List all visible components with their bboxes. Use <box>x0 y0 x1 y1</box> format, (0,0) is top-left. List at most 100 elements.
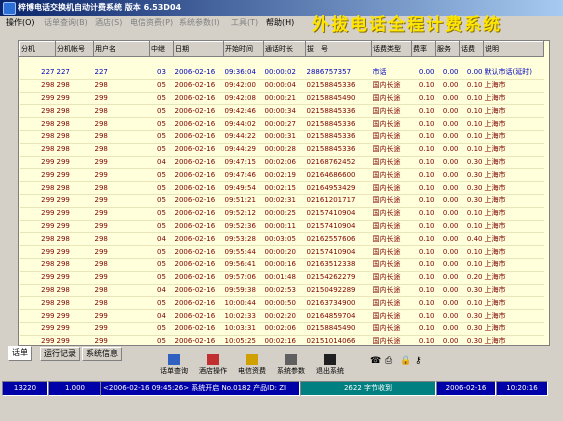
table-cell: 298 <box>19 296 56 311</box>
table-cell: 2006-02-16 <box>173 92 224 106</box>
table-cell: 0.00 <box>435 296 460 311</box>
table-cell: 05 <box>149 296 174 311</box>
column-header[interactable]: 通话时长 <box>263 41 306 57</box>
table-cell: 299 <box>93 92 150 106</box>
table-row[interactable]: 299 299 299 05 2006-02-16 09:57:06 00:01:48 021… <box>19 271 544 285</box>
table-cell: 0.30 <box>459 194 484 208</box>
menu-item-4[interactable]: 系统参数(I) <box>179 16 220 30</box>
column-header[interactable]: 服务 <box>435 41 460 57</box>
table-cell: 09:53:28 <box>223 232 264 247</box>
table-cell: 298 <box>93 296 150 311</box>
table-cell: 0.00 <box>435 309 460 323</box>
tab-2[interactable]: 系统信息 <box>82 347 122 361</box>
phone-icon[interactable]: ☎ <box>370 356 381 366</box>
menu-item-0[interactable]: 操作(O) <box>6 16 35 30</box>
table-row[interactable]: 227 227 227 03 2006-02-16 09:36:04 00:00:02 288… <box>19 67 544 80</box>
table-row[interactable]: 299 299 299 05 2006-02-16 09:52:36 00:00:11 021… <box>19 220 544 234</box>
lock-icon[interactable]: 🔒 <box>400 356 411 366</box>
menu-item-1[interactable]: 话单查询(B) <box>44 16 88 30</box>
toolbar-button-3[interactable]: 系统参数 <box>272 354 310 381</box>
table-cell: 298 <box>93 143 150 157</box>
table-cell: 299 <box>55 322 94 336</box>
table-cell: 299 <box>55 271 94 285</box>
table-cell: 国内长途 <box>371 79 412 93</box>
toolbar-button-2[interactable]: 电信资费 <box>233 354 271 381</box>
table-row[interactable]: 299 299 299 05 2006-02-16 09:52:12 00:00:25 021… <box>19 207 544 221</box>
toolbar-button-4[interactable]: 退出系统 <box>311 354 349 381</box>
tab-0[interactable]: 话单 <box>8 346 32 361</box>
table-row[interactable]: 299 299 299 05 2006-02-16 09:42:08 00:00:21 021… <box>19 92 544 106</box>
table-row[interactable]: 299 299 299 05 2006-02-16 09:55:44 00:00:20 021… <box>19 245 544 259</box>
column-header[interactable]: 话费 <box>459 41 484 57</box>
column-header[interactable]: 拔 号 <box>305 41 372 57</box>
table-cell: 2006-02-16 <box>173 104 224 119</box>
table-cell: 上海市 <box>483 181 544 195</box>
table-row[interactable]: 298 298 298 05 2006-02-16 10:00:44 00:00:50 021… <box>19 296 544 311</box>
table-row[interactable]: 299 299 299 05 2006-02-16 10:05:25 00:02:16 021… <box>19 335 544 345</box>
toolbar-label: 退出系统 <box>316 367 344 375</box>
table-cell: 国内长途 <box>371 130 412 144</box>
table-row[interactable]: 298 298 298 05 2006-02-16 09:44:22 00:00:31 021… <box>19 130 544 144</box>
hotel-icon <box>207 354 219 365</box>
column-header[interactable]: 说明 <box>483 41 544 57</box>
table-row[interactable]: 299 299 299 05 2006-02-16 10:03:31 00:02:06 021… <box>19 322 544 336</box>
table-row[interactable]: 298 298 298 05 2006-02-16 09:42:46 00:00:34 021… <box>19 104 544 119</box>
table-cell: 05 <box>149 181 174 195</box>
table-row[interactable]: 299 299 299 05 2006-02-16 09:47:46 00:02:19 021… <box>19 168 544 183</box>
menu-item-5[interactable]: 工具(T) <box>231 16 258 30</box>
table-cell: 298 <box>93 232 150 247</box>
column-header[interactable]: 分机 <box>19 41 56 57</box>
table-row[interactable]: 298 298 298 05 2006-02-16 09:44:02 00:00:27 021… <box>19 117 544 131</box>
menu-item-2[interactable]: 酒店(S) <box>95 16 122 30</box>
table-cell: 0.00 <box>459 67 484 80</box>
table-cell: 0.00 <box>435 156 460 170</box>
table-cell: 0.10 <box>411 92 436 106</box>
table-cell: 0.00 <box>435 194 460 208</box>
table-cell: 上海市 <box>483 104 544 119</box>
table-cell: 0.00 <box>435 207 460 221</box>
call-records-grid[interactable]: 分机 分机帐号 用户名 中继 日期 开始时间 通话时长拔 号话费类型 费率 服务 话费 说明 227… <box>18 40 550 346</box>
column-header[interactable]: 开始时间 <box>223 41 264 57</box>
table-cell: 298 <box>19 104 56 119</box>
column-header[interactable]: 用户名 <box>93 41 150 57</box>
toolbar-button-0[interactable]: 话单查询 <box>155 354 193 381</box>
column-header[interactable]: 话费类型 <box>371 41 412 57</box>
table-cell: 默认市话(延时) <box>483 67 544 80</box>
table-cell: 0.10 <box>411 220 436 234</box>
table-row[interactable]: 298 298 298 04 2006-02-16 09:53:28 00:03:05 021… <box>19 232 544 247</box>
column-header[interactable]: 中继 <box>149 41 174 57</box>
column-header[interactable]: 费率 <box>411 41 436 57</box>
table-row[interactable]: 299 299 299 05 2006-02-16 09:51:21 00:02:31 021… <box>19 194 544 208</box>
tab-1[interactable]: 运行记录 <box>40 347 80 361</box>
table-cell: 05 <box>149 117 174 131</box>
table-cell: 09:52:36 <box>223 220 264 234</box>
column-header[interactable]: 分机帐号 <box>55 41 94 57</box>
table-cell: 国内长途 <box>371 104 412 119</box>
menu-item-3[interactable]: 电信资费(P) <box>130 16 173 30</box>
toolbar-button-1[interactable]: 酒店操作 <box>194 354 232 381</box>
table-row[interactable]: 298 298 298 05 2006-02-16 09:44:29 00:00:28 021… <box>19 143 544 157</box>
table-row[interactable]: 299 299 299 04 2006-02-16 10:02:33 00:02:20 021… <box>19 309 544 323</box>
printer-icon[interactable]: ⎙ <box>385 356 392 366</box>
table-cell: 227 <box>55 67 94 80</box>
key-icon[interactable]: ⚷ <box>415 356 422 366</box>
table-cell: 国内长途 <box>371 117 412 131</box>
table-row[interactable]: 298 298 298 04 2006-02-16 09:59:38 00:02:53 021… <box>19 284 544 298</box>
status-bar: 13220 1.000 <2006-02-16 09:45:26> 系统开启 N… <box>0 381 563 396</box>
table-row[interactable]: 298 298 298 05 2006-02-16 09:56:41 00:00:16 021… <box>19 258 544 272</box>
column-header[interactable]: 日期 <box>173 41 224 57</box>
table-cell: 上海市 <box>483 156 544 170</box>
table-cell: 299 <box>93 207 150 221</box>
table-row[interactable]: 298 298 298 05 2006-02-16 09:42:00 00:00:04 021… <box>19 79 544 93</box>
table-cell: 299 <box>19 309 56 323</box>
table-cell: 299 <box>93 335 150 345</box>
table-cell: 0.10 <box>459 104 484 119</box>
table-row[interactable]: 299 299 299 04 2006-02-16 09:47:15 00:02:06 021… <box>19 156 544 170</box>
table-cell: 0.10 <box>459 220 484 234</box>
table-cell: 0.10 <box>459 245 484 259</box>
table-row[interactable]: 298 298 298 05 2006-02-16 09:49:54 00:02:15 021… <box>19 181 544 195</box>
table-cell: 0.40 <box>459 232 484 247</box>
menu-item-6[interactable]: 帮助(H) <box>266 16 294 30</box>
table-cell: 09:44:22 <box>223 130 264 144</box>
table-cell: 上海市 <box>483 335 544 345</box>
